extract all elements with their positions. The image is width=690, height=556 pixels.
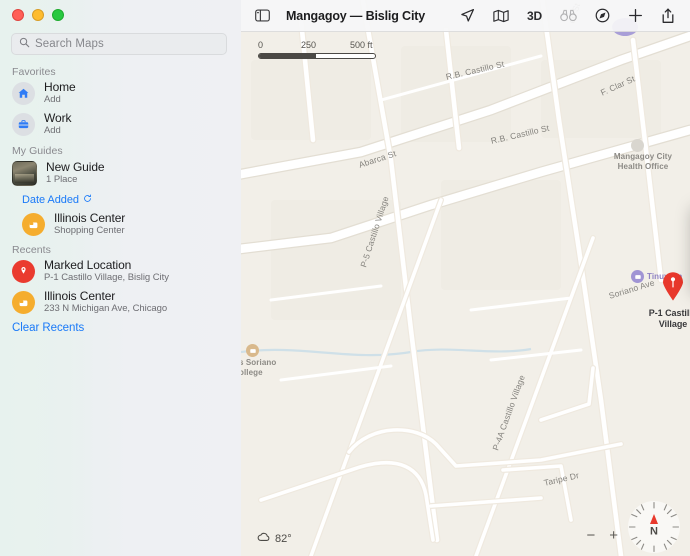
compass-rose[interactable]: N xyxy=(627,500,681,554)
favorite-subtitle: Add xyxy=(44,93,61,105)
recents-section-header: Recents xyxy=(12,244,51,256)
weather-indicator[interactable]: 82° xyxy=(257,532,292,545)
recent-title: Marked Location xyxy=(44,258,132,273)
zoom-out-button[interactable]: − xyxy=(586,527,595,544)
favorite-title: Work xyxy=(44,111,72,126)
sidebar-toggle-icon[interactable] xyxy=(255,9,270,22)
sort-date-added-button[interactable]: Date Added xyxy=(0,190,241,209)
poi-dot-tinuy-an[interactable] xyxy=(631,270,644,283)
binoculars-icon xyxy=(560,9,577,22)
guide-thumbnail xyxy=(12,161,37,186)
map-canvas xyxy=(241,0,690,556)
recent-subtitle: P-1 Castillo Village, Bislig City xyxy=(44,271,169,283)
shopping-bag-icon xyxy=(22,213,45,236)
dropped-pin-label: P-1 Castillo Village xyxy=(632,308,690,331)
guide-item-new-guide[interactable]: New Guide 1 Place xyxy=(0,157,241,190)
minimize-button[interactable] xyxy=(32,9,44,21)
scale-tick-500: 500 ft xyxy=(350,40,373,50)
cloud-icon xyxy=(257,532,271,545)
recent-subtitle: 233 N Michigan Ave, Chicago xyxy=(44,302,168,314)
close-button[interactable] xyxy=(12,9,24,21)
briefcase-icon xyxy=(12,113,35,136)
place-subtitle: Shopping Center xyxy=(54,224,125,236)
map-pin-icon xyxy=(12,260,35,283)
share-icon[interactable] xyxy=(661,8,675,24)
recent-title: Illinois Center xyxy=(44,289,116,304)
scale-tick-0: 0 xyxy=(258,40,264,50)
clear-recents-button[interactable]: Clear Recents xyxy=(0,318,241,338)
guides-section-header: My Guides xyxy=(12,145,63,157)
zoom-in-button[interactable]: + xyxy=(609,527,618,544)
sort-label: Date Added xyxy=(22,193,79,206)
pin-label-line1: P-1 Castillo xyxy=(648,308,690,318)
poi-dot-soriano-college[interactable] xyxy=(246,344,259,357)
compass-circle-icon[interactable] xyxy=(595,8,610,23)
favorite-title: Home xyxy=(44,80,76,95)
compass-north-label: N xyxy=(650,526,658,538)
guide-subtitle: 1 Place xyxy=(46,173,78,185)
map-area[interactable]: R.B. Castillo St R.B. Castillo St Abarca… xyxy=(241,0,690,556)
favorite-item-work[interactable]: Work Add xyxy=(0,109,241,140)
poi-dot-health-office[interactable] xyxy=(631,139,644,152)
toolbar-buttons: 3D xyxy=(460,8,690,24)
guide-title: New Guide xyxy=(46,160,105,175)
zoom-button[interactable] xyxy=(52,9,64,21)
favorite-subtitle: Add xyxy=(44,124,61,136)
favorites-section-header: Favorites xyxy=(12,66,56,78)
three-d-icon[interactable]: 3D xyxy=(527,9,542,23)
window-traffic-lights xyxy=(12,9,64,21)
favorite-item-home[interactable]: Home Add xyxy=(0,78,241,109)
scale-bar-graphic xyxy=(258,53,376,59)
dropped-map-pin[interactable] xyxy=(662,272,684,301)
search-icon xyxy=(19,35,30,53)
location-arrow-icon[interactable] xyxy=(460,8,475,23)
scale-tick-250: 250 xyxy=(301,40,317,50)
recent-item-illinois-center[interactable]: Illinois Center 233 N Michigan Ave, Chic… xyxy=(0,287,241,318)
window-title: Mangagoy — Bislig City xyxy=(286,8,426,23)
place-title: Illinois Center xyxy=(54,211,126,226)
recent-item-marked-location[interactable]: Marked Location P-1 Castillo Village, Bi… xyxy=(0,256,241,287)
map-scale-bar: 0 250 500 ft xyxy=(258,40,384,59)
home-icon xyxy=(12,82,35,105)
toolbar: Mangagoy — Bislig City 3D xyxy=(241,0,690,32)
refresh-icon xyxy=(83,193,92,206)
guide-place-illinois-center[interactable]: Illinois Center Shopping Center xyxy=(0,209,241,240)
map-zoom-controls: − + xyxy=(586,527,618,544)
maps-window: Favorites Home Add xyxy=(0,0,690,556)
shopping-bag-icon xyxy=(12,291,35,314)
sidebar: Favorites Home Add xyxy=(0,0,241,556)
search-input[interactable] xyxy=(35,38,219,50)
plus-icon[interactable] xyxy=(628,8,643,23)
map-book-icon[interactable] xyxy=(493,9,509,23)
pin-label-line2: Village xyxy=(658,319,688,330)
search-field[interactable] xyxy=(11,33,227,55)
weather-temperature: 82° xyxy=(275,532,292,545)
